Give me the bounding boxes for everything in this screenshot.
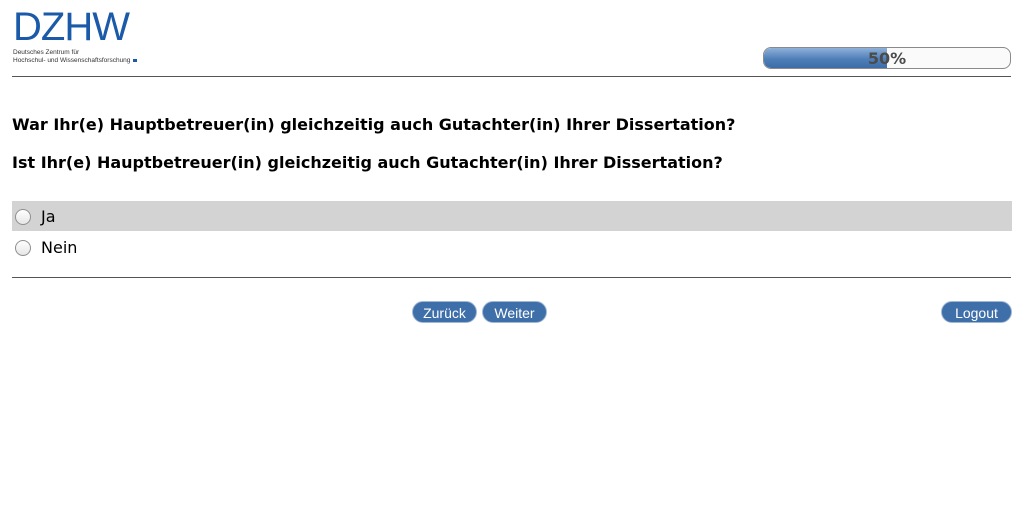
progress-bar: 50% [763,47,1011,69]
radio-nein[interactable] [15,240,31,256]
back-button[interactable]: Zurück [412,301,477,323]
question-text-present: Ist Ihr(e) Hauptbetreuer(in) gleichzeiti… [12,153,723,172]
answer-label-ja: Ja [41,207,56,226]
radio-ja[interactable] [15,209,31,225]
logo-wordmark: DZHW [13,5,130,49]
logo-subtitle-line1: Deutsches Zentrum für [13,49,80,56]
page-header: DZHW Deutsches Zentrum für Hochschul- un… [0,0,1024,77]
next-button[interactable]: Weiter [482,301,547,323]
question-text-past: War Ihr(e) Hauptbetreuer(in) gleichzeiti… [12,115,736,134]
answer-label-nein: Nein [41,238,78,257]
header-divider [12,76,1011,77]
logo-dot-icon [133,58,138,62]
answer-option-nein[interactable]: Nein [12,232,1012,262]
answer-option-ja[interactable]: Ja [12,201,1012,231]
dzhw-logo: DZHW Deutsches Zentrum für Hochschul- un… [13,5,145,66]
logo-subtitle-line2: Hochschul- und Wissenschaftsforschung [13,57,131,64]
logout-button[interactable]: Logout [941,301,1012,323]
progress-label: 50% [867,49,907,68]
footer-divider [12,277,1011,278]
